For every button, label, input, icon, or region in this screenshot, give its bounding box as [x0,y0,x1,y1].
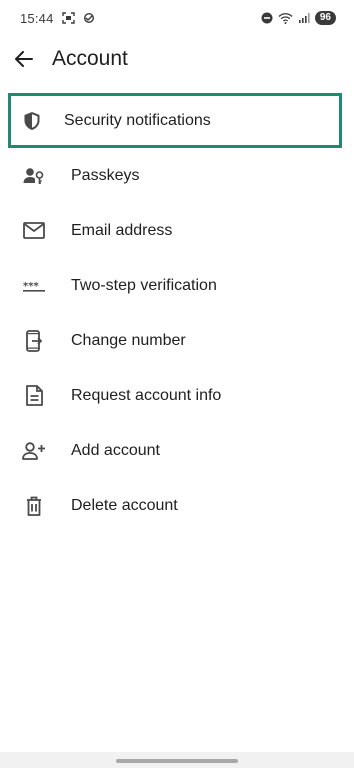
menu-item-passkeys[interactable]: Passkeys [8,148,342,203]
passkey-icon [8,148,60,203]
status-bar: 15:44 96 [0,0,354,36]
gesture-nav-bar [0,752,354,768]
menu-item-label: Delete account [71,496,178,514]
password-dots-icon: *** [8,258,60,313]
menu-item-label: Security notifications [64,111,211,129]
battery-level: 96 [314,11,336,25]
status-right: 96 [261,11,336,25]
menu-item-label: Two-step verification [71,276,217,294]
menu-item-label: Change number [71,331,186,349]
menu-item-two-step-verification[interactable]: *** Two-step verification [8,258,342,313]
status-left: 15:44 [20,11,95,26]
document-icon [8,368,60,423]
home-indicator[interactable] [116,759,238,763]
app-bar: Account [0,36,354,82]
menu-item-delete-account[interactable]: Delete account [8,478,342,533]
trash-icon [8,478,60,533]
account-screen: 15:44 96 Account Security notifications … [0,0,354,768]
menu-item-label: Email address [71,221,173,239]
sync-icon [83,12,95,24]
arrow-back-icon [15,51,33,67]
signal-icon [298,12,310,24]
menu-item-change-number[interactable]: Change number [8,313,342,368]
back-button[interactable] [0,36,48,82]
menu-item-request-account-info[interactable]: Request account info [8,368,342,423]
wifi-icon [278,12,293,24]
status-time: 15:44 [20,10,54,26]
menu-item-label: Add account [71,441,160,459]
menu-item-add-account[interactable]: Add account [8,423,342,478]
account-menu-list: Security notifications Passkeys Email ad… [8,93,342,533]
mail-icon [8,203,60,258]
menu-item-security-notifications[interactable]: Security notifications [8,93,342,148]
screenshot-icon [61,12,75,24]
change-number-icon [8,313,60,368]
shield-icon [11,96,41,145]
menu-item-label: Passkeys [71,166,140,184]
do-not-disturb-icon [261,12,273,24]
page-title: Account [52,47,128,70]
add-person-icon [8,423,60,478]
menu-item-email-address[interactable]: Email address [8,203,342,258]
menu-item-label: Request account info [71,386,222,404]
